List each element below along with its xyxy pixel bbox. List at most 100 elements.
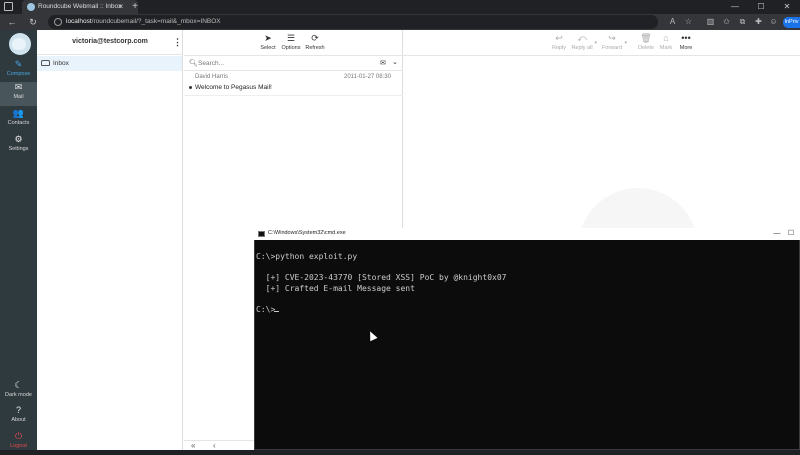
search-icon: 🔍︎ [189, 60, 198, 67]
compose-icon: ✎ [14, 59, 23, 69]
refresh-mail-icon: ⟳ [311, 33, 319, 43]
favorites-icon[interactable]: ✩ [720, 14, 733, 30]
previous-page-icon[interactable]: ‹ [213, 441, 216, 450]
reply-all-button[interactable]: ⤺ Reply all ▾ [569, 33, 597, 55]
folder-label: Inbox [53, 60, 69, 67]
about-button[interactable]: ? About [0, 405, 37, 429]
settings-label: Settings [8, 146, 29, 152]
url-host: localhost [66, 18, 92, 25]
cmd-app-icon [258, 231, 265, 237]
inprivate-profile-badge[interactable]: InPriv [783, 17, 800, 28]
logout-label: Logout [10, 443, 27, 449]
mail-button[interactable]: ✉ Mail [0, 82, 37, 106]
options-icon: ☰ [286, 33, 296, 43]
contacts-button[interactable]: 👥 Contacts [0, 108, 37, 132]
reply-all-label: Reply all [571, 45, 593, 51]
more-label: More [679, 45, 693, 51]
question-icon: ? [15, 405, 21, 415]
divider [184, 70, 403, 71]
cmd-title: C:\Windows\System32\cmd.exe [268, 230, 346, 236]
envelope-icon: ✉ [14, 82, 23, 92]
minimize-button[interactable]: — [722, 0, 748, 14]
unread-dot-icon [189, 86, 192, 89]
refresh-button[interactable]: ⟳ Refresh [304, 33, 326, 55]
compose-button[interactable]: ✎ Compose [0, 59, 37, 83]
account-menu-icon[interactable]: ⋮ [173, 37, 182, 48]
collections-icon[interactable]: ⧉ [736, 14, 749, 30]
cmd-prompt[interactable]: C:\> [256, 305, 275, 314]
contacts-label: Contacts [7, 120, 30, 126]
select-label: Select [260, 45, 276, 51]
folder-pane [37, 30, 183, 450]
moon-icon: ☾ [14, 380, 23, 390]
cmd-line: [+] CVE-2023-43770 [Stored XSS] PoC by @… [256, 273, 507, 282]
mark-button[interactable]: ⌂ Mark [656, 33, 676, 55]
gear-icon: ⚙ [14, 134, 23, 144]
forward-icon: ↪ [608, 33, 616, 43]
roundcube-favicon-icon [27, 3, 35, 11]
contacts-icon: 👥 [12, 108, 25, 118]
divider [184, 95, 403, 96]
chevron-down-icon[interactable]: ▾ [594, 40, 597, 46]
account-email: victoria@testcorp.com [72, 38, 148, 45]
maximize-button[interactable]: ☐ [748, 0, 774, 14]
cmd-window[interactable] [254, 228, 800, 450]
cmd-line: [+] Crafted E-mail Message sent [256, 284, 415, 293]
mail-label: Mail [13, 94, 24, 100]
reply-icon: ↩ [555, 33, 563, 43]
message-subject[interactable]: Welcome to Pegasus Mail! [195, 84, 272, 91]
delete-button[interactable]: 🗑︎ Delete [636, 33, 656, 55]
message-date: 2011-01-27 08:30 [344, 74, 391, 80]
options-button[interactable]: ☰ Options [280, 33, 302, 55]
split-screen-icon[interactable]: ▥ [704, 14, 717, 30]
reply-label: Reply [551, 45, 567, 51]
settings-button[interactable]: ⚙ Settings [0, 134, 37, 158]
divider [184, 55, 403, 56]
cmd-minimize-button[interactable]: — [772, 228, 782, 240]
dark-mode-button[interactable]: ☾ Dark mode [0, 380, 37, 404]
reply-all-icon: ⤺ [577, 33, 587, 43]
trash-icon: 🗑︎ [640, 33, 652, 43]
first-page-icon[interactable]: « [191, 441, 195, 450]
text-cursor [274, 311, 279, 312]
search-scope-envelope-icon[interactable]: ✉ [380, 59, 386, 67]
divider [403, 55, 800, 56]
chevron-down-icon[interactable]: ⌄ [392, 58, 398, 66]
inbox-icon [41, 60, 50, 66]
search-input[interactable] [198, 57, 373, 69]
power-icon: ⏻ [14, 431, 23, 441]
tag-icon: ⌂ [663, 33, 669, 43]
extensions-icon[interactable]: ✚ [752, 14, 765, 30]
chevron-down-icon[interactable]: ▾ [624, 40, 627, 46]
logout-button[interactable]: ⏻ Logout [0, 431, 37, 455]
more-button[interactable]: ••• More [676, 33, 696, 55]
read-aloud-icon[interactable]: A [666, 14, 679, 30]
compose-label: Compose [6, 71, 31, 77]
window-controls: — ☐ ✕ [722, 0, 800, 14]
window-menu-icon[interactable] [4, 2, 13, 11]
mark-label: Mark [659, 45, 673, 51]
delete-label: Delete [638, 45, 654, 51]
forward-label: Forward [601, 45, 623, 51]
close-window-button[interactable]: ✕ [774, 0, 800, 14]
dark-mode-label: Dark mode [5, 392, 32, 398]
more-dots-icon: ••• [681, 33, 691, 43]
feedback-icon[interactable]: ☺ [767, 14, 780, 30]
forward-button[interactable]: ↪ Forward ▾ [599, 33, 627, 55]
tab-close-icon[interactable]: × [116, 0, 126, 14]
pointer-icon: ➤ [264, 33, 272, 43]
refresh-icon[interactable]: ↻ [26, 14, 40, 30]
address-bar[interactable]: localhost/roundcubemail/?_task=mail&_mbo… [48, 15, 658, 29]
options-label: Options [281, 45, 301, 51]
new-tab-button[interactable]: + [130, 0, 140, 14]
cmd-maximize-button[interactable]: ☐ [786, 228, 796, 240]
select-button[interactable]: ➤ Select [258, 33, 278, 55]
site-info-icon[interactable] [54, 18, 62, 26]
back-arrow-icon[interactable]: ← [5, 14, 19, 30]
refresh-label: Refresh [305, 45, 325, 51]
favorite-star-icon[interactable]: ☆ [682, 14, 695, 30]
cmd-line: C:\>python exploit.py [256, 252, 358, 261]
reply-button[interactable]: ↩ Reply [549, 33, 569, 55]
roundcube-logo-inner [12, 38, 26, 50]
message-sender[interactable]: David Harris [195, 74, 228, 80]
